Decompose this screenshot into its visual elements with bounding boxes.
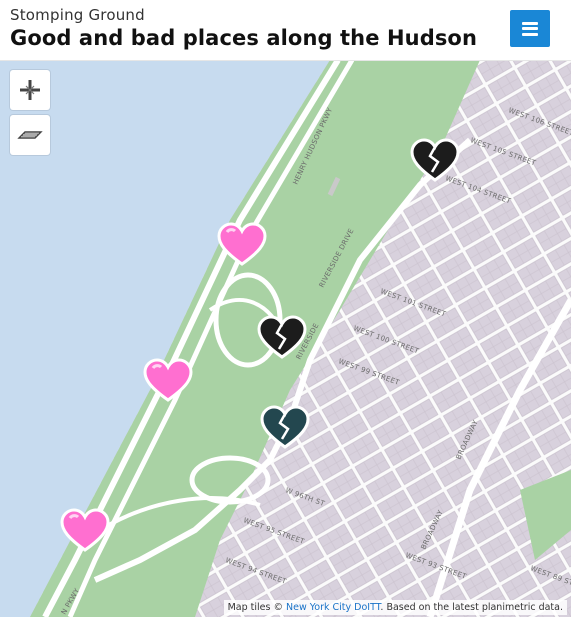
attribution-suffix: . Based on the latest planimetric data. <box>380 602 563 613</box>
broken-heart-icon <box>260 405 310 449</box>
attribution-link[interactable]: New York City DoITT <box>286 602 380 613</box>
broken-heart-icon <box>257 315 307 359</box>
good-place-marker[interactable] <box>60 508 110 554</box>
attribution-prefix: Map tiles © <box>227 602 283 613</box>
zoom-control-button[interactable] <box>10 70 50 110</box>
pink-heart-icon <box>143 358 193 402</box>
app-kicker: Stomping Ground <box>10 6 145 24</box>
layers-icon <box>17 131 43 139</box>
good-place-marker[interactable] <box>217 222 267 268</box>
good-place-marker[interactable] <box>143 358 193 404</box>
menu-button[interactable] <box>510 10 550 47</box>
bad-place-marker[interactable] <box>410 138 460 184</box>
pink-heart-icon <box>217 222 267 266</box>
map[interactable]: HENRY HUDSON PKWY RIVERSIDE DRIVE RIVERS… <box>0 60 571 617</box>
hamburger-menu-icon <box>522 21 538 36</box>
bad-place-marker[interactable] <box>260 405 310 451</box>
bad-place-marker[interactable] <box>257 315 307 361</box>
app: Stomping Ground Good and bad places alon… <box>0 0 571 617</box>
broken-heart-icon <box>410 138 460 182</box>
zoom-pan-icon <box>20 80 40 100</box>
layers-control-button[interactable] <box>10 115 50 155</box>
pink-heart-icon <box>60 508 110 552</box>
page-title: Good and bad places along the Hudson <box>10 26 478 50</box>
map-attribution: Map tiles © New York City DoITT. Based o… <box>223 600 567 615</box>
header: Stomping Ground Good and bad places alon… <box>0 0 571 61</box>
